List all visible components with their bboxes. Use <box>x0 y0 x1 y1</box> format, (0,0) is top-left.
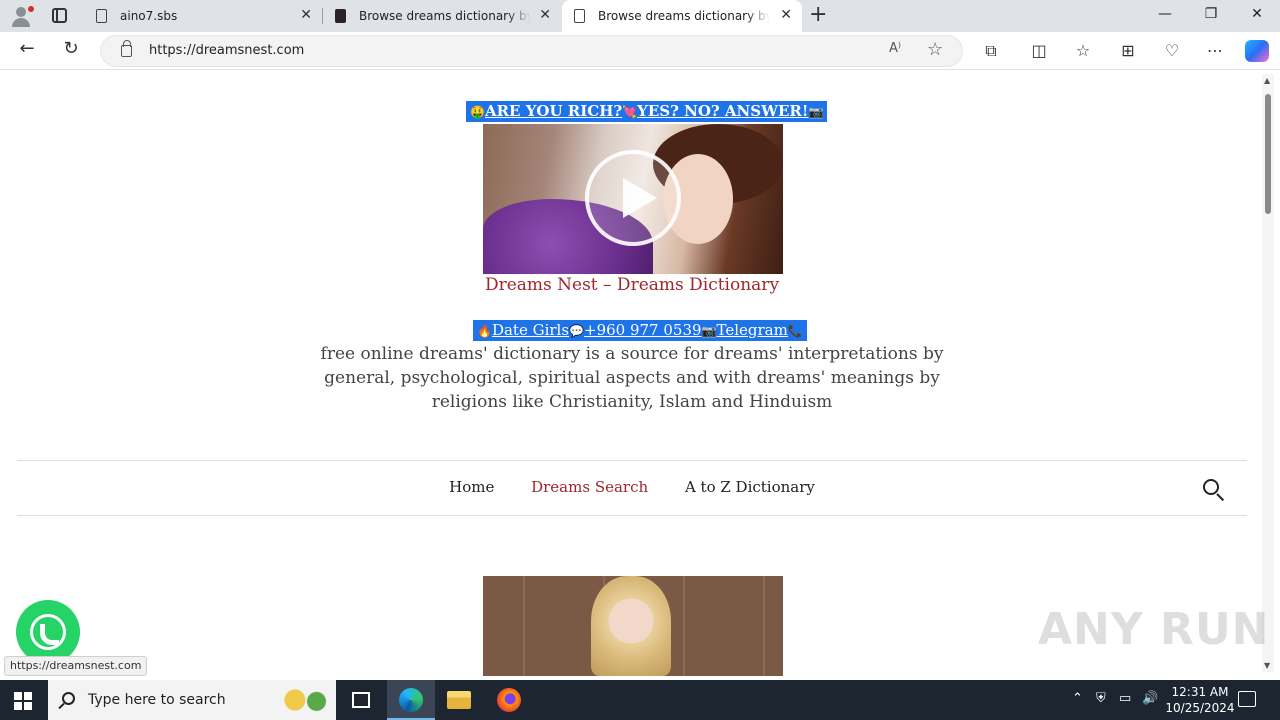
page-icon <box>574 9 585 23</box>
heart-emoji: 💘 <box>622 105 638 119</box>
taskbar-edge[interactable] <box>387 680 435 720</box>
extensions-icon[interactable]: ⧉ <box>981 41 1001 61</box>
promo-link-top[interactable]: 🤑ARE YOU RICH?💘YES? NO? ANSWER!📷 <box>466 101 828 122</box>
promo-link-telegram[interactable]: Telegram <box>717 321 788 339</box>
search-highlight-icon <box>276 686 330 714</box>
clock-time: 12:31 AM <box>1171 685 1229 699</box>
scrollbar-thumb[interactable] <box>1265 94 1271 214</box>
edge-icon <box>399 688 423 712</box>
task-view-button[interactable] <box>337 680 385 720</box>
ad-photo-image[interactable] <box>483 576 783 676</box>
tab-dreams-1[interactable]: Browse dreams dictionary by search ✕ <box>323 0 561 32</box>
page-icon <box>96 9 107 23</box>
task-view-icon <box>352 692 370 708</box>
favorite-star-icon[interactable]: ☆ <box>927 39 943 60</box>
whatsapp-button[interactable] <box>16 600 80 664</box>
tab-strip: aino7.sbs ✕ Browse dreams dictionary by … <box>0 0 1280 32</box>
close-icon[interactable]: ✕ <box>539 8 551 22</box>
site-favicon-icon <box>335 9 346 23</box>
new-tab-button[interactable]: + <box>809 4 827 26</box>
tab-actions-icon[interactable] <box>52 8 67 23</box>
tab-title: Browse dreams dictionary by search <box>598 9 770 23</box>
read-aloud-icon[interactable]: A⁾ <box>889 41 901 56</box>
search-icon <box>62 692 75 705</box>
scroll-up-icon[interactable]: ▲ <box>1264 76 1270 85</box>
minimize-button[interactable]: — <box>1155 6 1175 22</box>
nav-a-to-z-dictionary[interactable]: A to Z Dictionary <box>685 478 815 496</box>
tab-title: Browse dreams dictionary by search <box>359 9 531 23</box>
network-icon[interactable]: ▭ <box>1119 691 1131 706</box>
copilot-icon[interactable] <box>1245 40 1269 62</box>
chevron-up-icon[interactable]: ⌃ <box>1072 691 1083 706</box>
phone-emoji: 📞 <box>787 324 803 338</box>
favorites-icon[interactable]: ☆ <box>1073 41 1093 61</box>
video-ad-image[interactable] <box>483 124 783 274</box>
tab-dreams-2-active[interactable]: Browse dreams dictionary by search ✕ <box>562 0 802 32</box>
collections-icon[interactable]: ⊞ <box>1118 41 1138 61</box>
close-icon[interactable]: ✕ <box>300 8 312 22</box>
back-button[interactable]: ← <box>14 38 40 59</box>
defender-icon[interactable]: ⛨ <box>1096 691 1106 706</box>
close-icon[interactable]: ✕ <box>780 8 792 22</box>
promo-link-phone[interactable]: +960 977 0539 <box>584 321 702 339</box>
volume-icon[interactable]: 🔊 <box>1142 691 1158 706</box>
watermark: ANY RUN <box>1038 604 1270 655</box>
tab-aino7[interactable]: aino7.sbs ✕ <box>84 0 322 32</box>
status-bar-url: https://dreamsnest.com <box>4 656 148 676</box>
play-icon[interactable] <box>585 150 681 246</box>
taskbar: Type here to search ⌃ ⛨ ▭ 🔊 12:31 AM 10/… <box>0 680 1280 720</box>
firefox-icon <box>497 688 521 712</box>
taskbar-firefox[interactable] <box>485 680 533 720</box>
scroll-down-icon[interactable]: ▼ <box>1264 661 1270 670</box>
more-icon[interactable]: ⋯ <box>1205 41 1225 61</box>
site-tagline: free online dreams' dictionary is a sour… <box>320 344 944 412</box>
folder-icon <box>447 691 471 709</box>
whatsapp-icon <box>30 614 66 650</box>
lock-icon[interactable] <box>121 40 132 57</box>
nav-home[interactable]: Home <box>449 478 494 496</box>
split-screen-icon[interactable]: ◫ <box>1029 41 1049 61</box>
taskbar-search-box[interactable]: Type here to search <box>48 680 336 720</box>
refresh-button[interactable]: ↻ <box>58 38 84 59</box>
page-scrollbar[interactable]: ▲ ▼ <box>1262 74 1274 672</box>
promo-link-answer[interactable]: YES? NO? ANSWER! <box>637 102 808 120</box>
main-navigation: Home Dreams Search A to Z Dictionary <box>17 460 1247 516</box>
taskbar-search-placeholder[interactable]: Type here to search <box>88 692 226 708</box>
speech-bubble-emoji: 💬 <box>569 324 584 338</box>
restore-button[interactable]: ❐ <box>1201 6 1221 22</box>
web-page: 🤑ARE YOU RICH?💘YES? NO? ANSWER!📷 Dreams … <box>4 70 1260 676</box>
search-icon[interactable] <box>1203 479 1225 502</box>
windows-start-icon[interactable] <box>14 692 32 710</box>
tab-title: aino7.sbs <box>120 9 178 23</box>
address-bar[interactable]: https://dreamsnest.com A⁾ ☆ <box>100 35 963 67</box>
clock-date: 10/25/2024 <box>1165 701 1235 715</box>
fire-emoji: 🔥 <box>477 324 492 338</box>
camera-emoji: 📷 <box>701 324 717 338</box>
site-title[interactable]: Dreams Nest – Dreams Dictionary <box>4 275 1260 295</box>
url-text[interactable]: https://dreamsnest.com <box>149 43 304 58</box>
camera-emoji: 📷 <box>808 105 824 119</box>
nav-dreams-search[interactable]: Dreams Search <box>531 478 648 496</box>
taskbar-file-explorer[interactable] <box>435 680 483 720</box>
notification-icon[interactable] <box>1238 691 1256 707</box>
system-clock[interactable]: 12:31 AM 10/25/2024 <box>1160 684 1240 716</box>
browser-toolbar: ← ↻ https://dreamsnest.com A⁾ ☆ ⧉ ◫ ☆ ⊞ … <box>0 32 1280 70</box>
profile-icon[interactable] <box>8 4 34 28</box>
promo-link-rich[interactable]: ARE YOU RICH? <box>485 102 622 120</box>
browser-essentials-icon[interactable]: ♡ <box>1162 41 1182 61</box>
window-close-button[interactable]: ✕ <box>1247 6 1267 22</box>
money-face-emoji: 🤑 <box>470 105 485 119</box>
promo-link-date[interactable]: Date Girls <box>492 321 569 339</box>
promo-link-mid[interactable]: 🔥Date Girls💬+960 977 0539📷Telegram📞 <box>473 320 807 341</box>
